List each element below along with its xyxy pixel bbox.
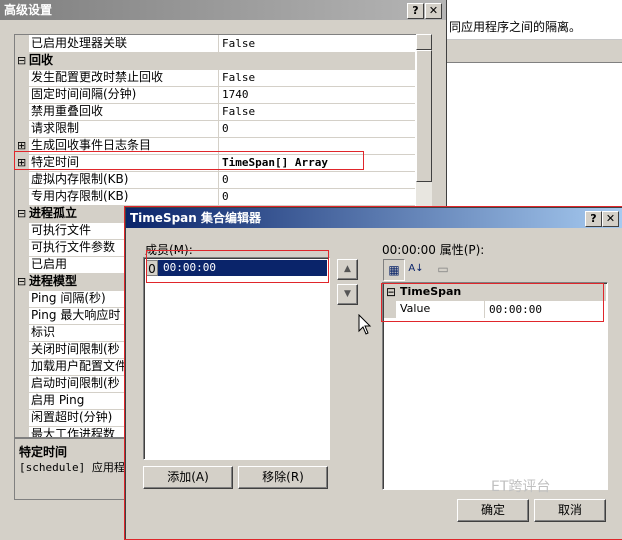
row-gutter [15,290,29,307]
category-name: TimeSpan [400,285,462,298]
scroll-thumb[interactable] [416,50,432,182]
property-row[interactable]: ⊞ 生成回收事件日志条目 [15,137,415,155]
member-index: 0 [146,260,158,276]
property-name: 发生配置更改时禁止回收 [31,70,164,84]
property-row[interactable]: 专用内存限制(KB) 0 [15,188,415,206]
editor-help-button[interactable]: ? [585,211,602,227]
row-gutter [15,409,29,426]
editor-close-button[interactable]: ✕ [602,211,619,227]
row-gutter [15,324,29,341]
row-gutter [15,35,29,52]
row-gutter [15,375,29,392]
advanced-settings-titlebar: 高级设置 [0,0,446,20]
property-row[interactable]: 虚拟内存限制(KB) 0 [15,171,415,189]
property-row[interactable]: 已启用处理器关联 False [15,35,415,53]
property-name: 专用内存限制(KB) [31,189,129,203]
property-value[interactable]: 1740 [218,86,418,103]
row-gutter [15,358,29,375]
close-button[interactable]: ✕ [425,3,442,19]
expand-icon[interactable]: ⊞ [17,139,26,152]
category-row[interactable]: ⊟ 回收 [15,52,415,70]
property-row[interactable]: 固定时间间隔(分钟) 1740 [15,86,415,104]
row-gutter [15,120,29,137]
description-title: 特定时间 [19,445,68,459]
collapse-icon[interactable]: ⊟ [17,207,26,220]
timespan-collection-editor: TimeSpan 集合编辑器 ? ✕ 成员(M): 0 00:00:00 ▲ ▼… [125,207,622,540]
property-row[interactable]: 发生配置更改时禁止回收 False [15,69,415,87]
property-name: 特定时间 [31,155,80,169]
properties-label: 00:00:00 属性(P): [382,243,485,257]
property-row[interactable]: 禁用重叠回收 False [15,103,415,121]
row-gutter [15,222,29,239]
property-name: 禁用重叠回收 [31,104,104,118]
row-gutter [15,256,29,273]
property-value[interactable]: 0 [218,171,418,188]
add-button[interactable]: 添加(A) [143,466,233,489]
category-toggle-icon[interactable]: ⊟ [386,285,396,299]
row-gutter [15,426,29,437]
dialog-title: 高级设置 [4,3,53,17]
property-grid-editor[interactable]: ⊟ TimeSpan Value 00:00:00 [382,282,608,490]
remove-button[interactable]: 移除(R) [238,466,328,489]
description-text: [schedule] 应用程 [19,461,125,474]
row-gutter [15,307,29,324]
property-value[interactable]: 0 [218,188,418,205]
cancel-button[interactable]: 取消 [534,499,606,522]
members-list[interactable]: 0 00:00:00 [143,257,330,460]
property-name: 已启用处理器关联 [31,36,128,50]
expand-icon[interactable]: ⊞ [17,156,26,169]
property-pages-icon[interactable]: ▭ [433,259,453,279]
property-value[interactable]: False [218,103,418,120]
move-down-button[interactable]: ▼ [337,284,358,305]
collapse-icon[interactable]: ⊟ [17,275,26,288]
property-row[interactable]: 请求限制 0 [15,120,415,138]
property-name: 固定时间间隔(分钟) [31,87,137,101]
property-value[interactable]: TimeSpan[] Array [218,154,418,171]
watermark: ET跨评台 [491,479,551,495]
property-name: 请求限制 [31,121,80,135]
mouse-cursor-icon [358,314,372,335]
property-name: 虚拟内存限制(KB) [31,172,129,186]
property-value[interactable] [218,137,418,154]
category-name: 回收 [29,53,54,67]
categorized-icon[interactable]: ▦ [383,259,405,281]
value-row[interactable]: Value 00:00:00 [384,301,606,318]
row-gutter [15,69,29,86]
alphabetical-icon[interactable]: A↓ [406,259,426,279]
background-text: 同应用程序之间的隔离。 [449,20,582,34]
members-label: 成员(M): [145,243,193,257]
property-value[interactable]: False [218,69,418,86]
member-value: 00:00:00 [163,261,216,274]
row-gutter [15,188,29,205]
row-gutter [15,86,29,103]
property-value[interactable]: False [218,35,418,52]
member-item[interactable]: 0 00:00:00 [146,260,327,276]
editor-category-row: ⊟ TimeSpan [384,284,606,301]
ok-button[interactable]: 确定 [457,499,529,522]
property-row[interactable]: ⊞ 特定时间 TimeSpan[] Array [15,154,415,172]
row-gutter [15,103,29,120]
row-gutter [15,239,29,256]
property-name: 生成回收事件日志条目 [31,138,152,152]
move-up-button[interactable]: ▲ [337,259,358,280]
value-name: Value [400,302,431,315]
scroll-up-button[interactable] [416,34,432,50]
row-gutter [15,341,29,358]
editor-title: TimeSpan 集合编辑器 [130,211,261,225]
property-value[interactable]: 0 [218,120,418,137]
help-button[interactable]: ? [407,3,424,19]
collapse-icon[interactable]: ⊟ [17,54,26,67]
editor-titlebar: TimeSpan 集合编辑器 [126,208,622,228]
row-gutter [15,392,29,409]
value-field[interactable]: 00:00:00 [484,301,542,318]
row-gutter [15,171,29,188]
background-toolbar [446,40,622,63]
value-row-gutter [384,301,396,318]
